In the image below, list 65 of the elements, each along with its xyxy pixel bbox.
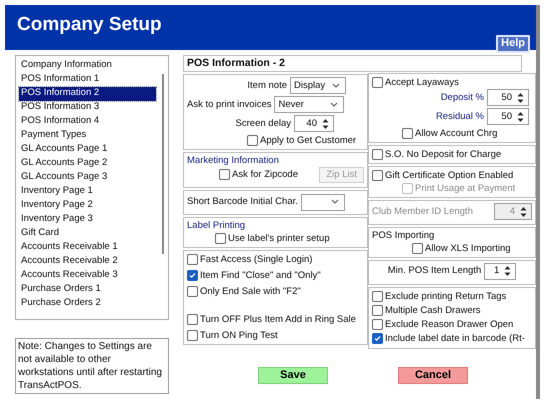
spinner-arrows-icon[interactable] — [321, 116, 330, 131]
checkbox[interactable]: Include label date in barcode (Rt- — [372, 332, 525, 345]
field-label: Screen delay — [236, 118, 291, 130]
list-item[interactable]: GL Accounts Page 1 — [19, 143, 156, 157]
checkbox[interactable]: Ask for Zipcode — [219, 168, 298, 182]
list-item[interactable]: Payment Types — [19, 129, 156, 143]
checkbox[interactable]: Apply to Get Customer — [247, 134, 356, 148]
cancel-button[interactable]: Cancel — [398, 367, 468, 384]
dropdown[interactable] — [300, 194, 345, 211]
list-item[interactable]: Inventory Page 2 — [19, 199, 156, 213]
field-label: Ask to print invoices — [187, 98, 272, 111]
note-text: Note: Changes to Settings are not available to other workstations until after restarting TransActPOS. — [15, 338, 169, 394]
spinner-arrows-icon[interactable] — [503, 264, 512, 278]
checkbox[interactable]: Allow Account Chrg — [402, 127, 498, 140]
checkbox[interactable]: Accept Layaways — [372, 76, 459, 89]
checkmark-icon — [188, 270, 197, 280]
spinner-arrows-icon[interactable] — [516, 90, 525, 104]
checkbox[interactable]: Gift Certificate Option Enabled — [372, 169, 514, 182]
checkbox[interactable]: Turn OFF Plus Item Add in Ring Sale — [187, 312, 356, 326]
checkbox[interactable]: Item Find "Close" and "Only" — [187, 268, 321, 282]
list-item[interactable]: Accounts Receivable 2 — [19, 255, 156, 269]
list-item[interactable]: Purchase Orders 1 — [19, 283, 156, 297]
number-field[interactable]: 40 — [294, 115, 334, 132]
list-item[interactable]: POS Information 2 — [19, 87, 156, 101]
checkmark-icon — [373, 334, 382, 343]
field-label: Deposit % — [440, 92, 484, 104]
spinner-arrows-icon[interactable] — [516, 110, 525, 124]
group-heading: Marketing Information — [187, 155, 280, 167]
list-item[interactable]: Accounts Receivable 3 — [19, 269, 156, 283]
list-item[interactable]: Purchase Orders 2 — [19, 297, 156, 311]
group-heading: Label Printing — [187, 220, 246, 232]
checkbox[interactable]: Multiple Cash Drawers — [372, 304, 481, 317]
checkbox[interactable]: Turn ON Ping Test — [187, 328, 278, 342]
number-field[interactable]: 50 — [487, 108, 529, 125]
list-item[interactable]: Company Information — [19, 59, 156, 73]
number-field[interactable]: 1 — [484, 262, 516, 280]
scrollbar[interactable] — [162, 74, 164, 254]
field-label: Club Member ID Length — [372, 206, 473, 218]
list-item[interactable]: Inventory Page 1 — [19, 185, 156, 199]
checkbox[interactable]: Allow XLS Importing — [412, 242, 511, 255]
group-heading: POS Importing — [372, 230, 436, 242]
checkbox[interactable]: Exclude printing Return Tags — [372, 290, 506, 303]
window-title: Company Setup — [17, 13, 162, 37]
field-label: Short Barcode Initial Char. — [187, 196, 298, 208]
dropdown[interactable]: Display — [290, 77, 346, 94]
field-label: Item note — [247, 80, 287, 92]
field-label: Min. POS Item Length — [388, 265, 482, 278]
list-item[interactable]: POS Information 3 — [19, 101, 156, 115]
save-button[interactable]: Save — [258, 367, 328, 384]
list-item[interactable]: Gift Card — [19, 227, 156, 241]
list-item[interactable]: POS Information 1 — [19, 73, 156, 87]
checkbox[interactable]: Only End Sale with "F2" — [187, 284, 301, 298]
list-item[interactable]: Inventory Page 3 — [19, 213, 156, 227]
list-item[interactable]: GL Accounts Page 2 — [19, 157, 156, 171]
number-field[interactable]: 50 — [487, 89, 529, 106]
list-item[interactable]: GL Accounts Page 3 — [19, 171, 156, 185]
section-title: POS Information - 2 — [183, 55, 522, 72]
field-label: Residual % — [436, 110, 484, 122]
checkbox[interactable]: Fast Access (Single Login) — [187, 252, 312, 266]
list-item[interactable]: POS Information 4 — [19, 115, 156, 129]
help-button[interactable]: Help — [496, 35, 530, 53]
checkbox[interactable]: Exclude Reason Drawer Open — [372, 318, 514, 331]
checkbox[interactable]: Use label's printer setup — [215, 232, 330, 245]
dropdown[interactable]: Never — [274, 96, 344, 114]
list-item[interactable]: Accounts Receivable 1 — [19, 241, 156, 255]
